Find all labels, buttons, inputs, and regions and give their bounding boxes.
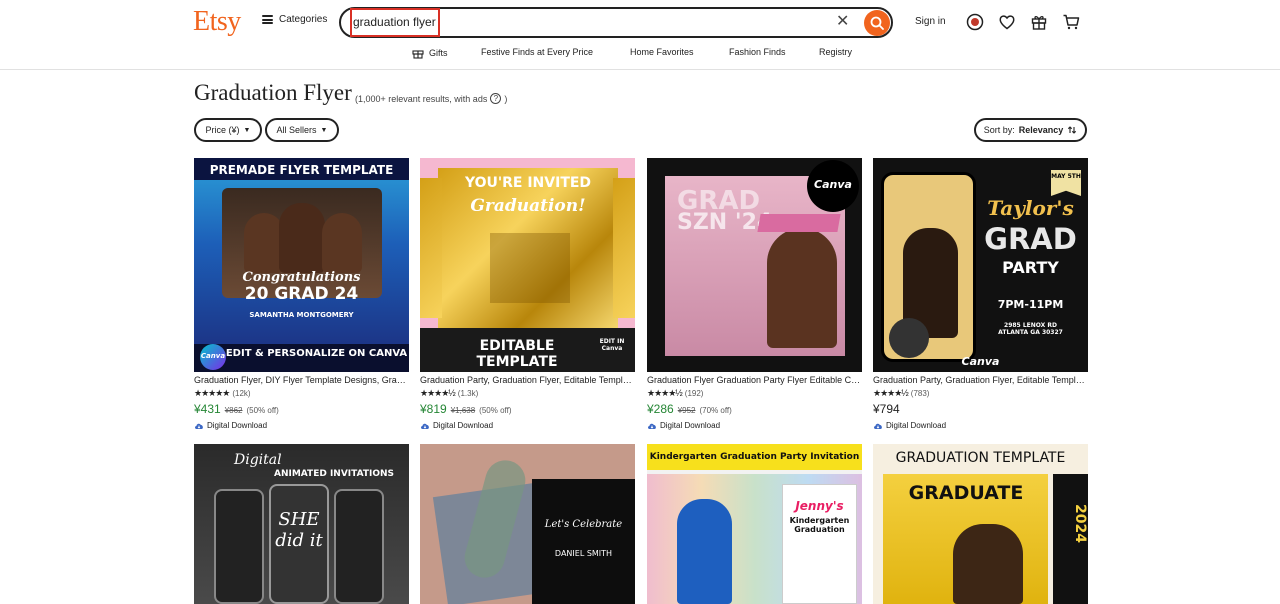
help-icon[interactable]: ? <box>490 93 502 104</box>
product-title[interactable]: Graduation Flyer, DIY Flyer Template Des… <box>194 375 409 385</box>
product-rating: ★★★★★ (12k) <box>194 388 409 399</box>
star-rating-icon: ★★★★½ <box>647 388 683 398</box>
search-icon <box>870 16 884 30</box>
delivery-label: Digital Download <box>660 421 721 430</box>
original-price: ¥862 <box>224 406 243 415</box>
menu-icon <box>262 15 273 24</box>
discount-label: (50% off) <box>246 406 279 415</box>
results-close: ) <box>504 93 508 104</box>
product-card[interactable]: Let's Celebrate DANIEL SMITH <box>420 444 635 604</box>
delivery-label: Digital Download <box>433 421 494 430</box>
product-image[interactable]: PREMADE FLYER TEMPLATE Congratulations 2… <box>194 158 409 372</box>
cart-icon[interactable] <box>1062 13 1080 31</box>
product-rating: ★★★★½ (1.3k) <box>420 388 635 399</box>
sale-price: ¥286 <box>647 402 674 416</box>
review-count: (783) <box>910 389 930 398</box>
results-text: (1,000+ relevant results, with ads <box>355 93 488 104</box>
product-image[interactable]: MAY 5TH Taylor's GRAD PARTY 7PM-11PM 298… <box>873 158 1088 372</box>
categories-label: Categories <box>279 14 328 25</box>
product-title[interactable]: Graduation Flyer Graduation Party Flyer … <box>647 375 862 385</box>
product-card[interactable]: GRADUATION TEMPLATE GRADUATE 2024 <box>873 444 1088 604</box>
product-card[interactable]: MAY 5TH Taylor's GRAD PARTY 7PM-11PM 298… <box>873 158 1088 430</box>
cloud-download-icon <box>421 423 429 429</box>
price: ¥794 <box>873 402 900 416</box>
delivery-info: Digital Download <box>873 421 1088 430</box>
nav-fashion-finds[interactable]: Fashion Finds <box>729 47 786 57</box>
original-price: ¥1,638 <box>450 406 476 415</box>
caret-down-icon: ▼ <box>243 126 251 134</box>
registry-dot-icon[interactable] <box>966 13 984 31</box>
cloud-download-icon <box>874 423 882 429</box>
review-count: (1.3k) <box>457 389 479 398</box>
sort-value: Relevancy <box>1018 125 1064 135</box>
nav-gifts-label: Gifts <box>429 48 448 58</box>
product-image[interactable]: Digital ANIMATED INVITATIONS SHE did it <box>194 444 409 604</box>
discount-label: (70% off) <box>699 406 732 415</box>
categories-button[interactable]: Categories <box>262 14 327 25</box>
product-card[interactable]: Digital ANIMATED INVITATIONS SHE did it <box>194 444 409 604</box>
delivery-info: Digital Download <box>194 421 409 430</box>
delivery-info: Digital Download <box>647 421 862 430</box>
product-rating: ★★★★½ (783) <box>873 388 1088 399</box>
cloud-download-icon <box>195 423 203 429</box>
product-rating: ★★★★½ (192) <box>647 388 862 399</box>
favorites-heart-icon[interactable] <box>998 13 1016 31</box>
nav-festive-finds[interactable]: Festive Finds at Every Price <box>481 47 593 57</box>
discount-label: (50% off) <box>479 406 512 415</box>
delivery-info: Digital Download <box>420 421 635 430</box>
delivery-label: Digital Download <box>207 421 268 430</box>
product-image[interactable]: GRAD SZN '24 Canva <box>647 158 862 372</box>
gift-icon <box>412 50 424 59</box>
sort-button[interactable]: Sort by: Relevancy <box>974 118 1087 142</box>
price-filter-button[interactable]: Price (¥) ▼ <box>194 118 262 142</box>
etsy-logo[interactable]: Etsy <box>193 6 241 38</box>
site-header: Etsy Categories graduation flyer ✕ Sign … <box>0 0 1280 70</box>
product-image[interactable]: Let's Celebrate DANIEL SMITH <box>420 444 635 604</box>
original-price: ¥952 <box>677 406 696 415</box>
product-card[interactable]: Kindergarten Graduation Party Invitation… <box>647 444 862 604</box>
sort-arrows-icon <box>1068 126 1077 134</box>
page-title: Graduation Flyer <box>194 80 352 105</box>
product-image[interactable]: YOU'RE INVITED Graduation! EDITABLE TEMP… <box>420 158 635 372</box>
cloud-download-icon <box>648 423 656 429</box>
product-card[interactable]: PREMADE FLYER TEMPLATE Congratulations 2… <box>194 158 409 430</box>
gift-icon[interactable] <box>1030 13 1048 31</box>
price-row: ¥431 ¥862 (50% off) <box>194 402 409 416</box>
search-query-text[interactable]: graduation flyer <box>353 15 436 29</box>
clear-search-icon[interactable]: ✕ <box>836 13 849 31</box>
delivery-label: Digital Download <box>886 421 947 430</box>
sellers-filter-label: All Sellers <box>276 125 317 135</box>
sale-price: ¥431 <box>194 402 221 416</box>
product-card[interactable]: YOU'RE INVITED Graduation! EDITABLE TEMP… <box>420 158 635 430</box>
price-row: ¥286 ¥952 (70% off) <box>647 402 862 416</box>
star-rating-icon: ★★★★½ <box>420 388 456 398</box>
caret-down-icon: ▼ <box>320 126 328 134</box>
price-row: ¥794 <box>873 402 1088 416</box>
sign-in-link[interactable]: Sign in <box>915 16 946 27</box>
review-count: (192) <box>684 389 704 398</box>
nav-home-favorites[interactable]: Home Favorites <box>630 47 694 57</box>
star-rating-icon: ★★★★½ <box>873 388 909 398</box>
product-image[interactable]: GRADUATION TEMPLATE GRADUATE 2024 <box>873 444 1088 604</box>
product-title[interactable]: Graduation Party, Graduation Flyer, Edit… <box>873 375 1088 385</box>
results-count: (1,000+ relevant results, with ads ? ) <box>355 93 507 104</box>
sort-prefix: Sort by: <box>983 125 1015 135</box>
product-title[interactable]: Graduation Party, Graduation Flyer, Edit… <box>420 375 635 385</box>
review-count: (12k) <box>232 389 251 398</box>
price-filter-label: Price (¥) <box>205 125 240 135</box>
product-card[interactable]: GRAD SZN '24 Canva Graduation Flyer Grad… <box>647 158 862 430</box>
nav-gifts[interactable]: Gifts <box>412 47 448 59</box>
price-row: ¥819 ¥1,638 (50% off) <box>420 402 635 416</box>
star-rating-icon: ★★★★★ <box>194 388 230 398</box>
sale-price: ¥819 <box>420 402 447 416</box>
search-button[interactable] <box>864 10 890 36</box>
sellers-filter-button[interactable]: All Sellers ▼ <box>265 118 339 142</box>
nav-registry[interactable]: Registry <box>819 47 852 57</box>
product-image[interactable]: Kindergarten Graduation Party Invitation… <box>647 444 862 604</box>
